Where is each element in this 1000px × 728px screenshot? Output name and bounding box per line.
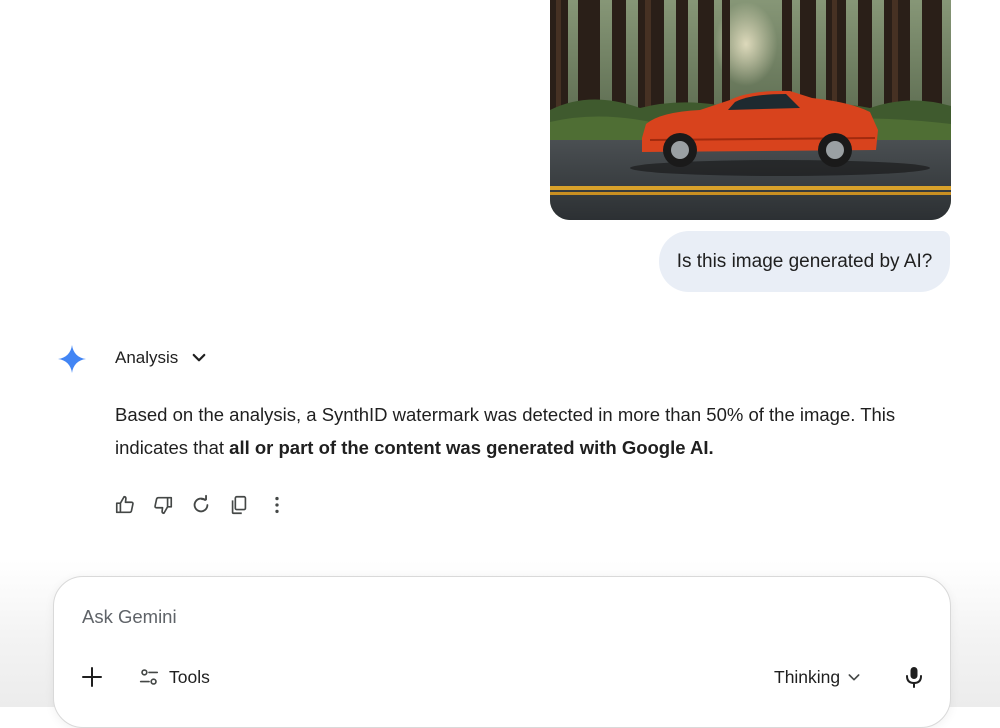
- tools-button[interactable]: Tools: [138, 663, 210, 691]
- more-options-button[interactable]: [265, 493, 289, 517]
- copy-icon: [231, 495, 247, 515]
- analysis-label: Analysis: [115, 348, 179, 367]
- user-message-bubble: Is this image generated by AI?: [659, 231, 950, 292]
- thumb-down-icon: [154, 496, 173, 515]
- chevron-down-icon: [192, 353, 206, 362]
- user-uploaded-image[interactable]: [550, 0, 951, 220]
- chevron-down-icon: [848, 674, 860, 681]
- microphone-icon[interactable]: [902, 665, 926, 689]
- copy-button[interactable]: [227, 493, 251, 517]
- redo-button[interactable]: [189, 493, 213, 517]
- thumb-up-button[interactable]: [113, 493, 137, 517]
- car-photo: [550, 0, 951, 220]
- thumb-down-button[interactable]: [151, 493, 175, 517]
- more-vert-icon: [275, 496, 279, 514]
- user-message-text: Is this image generated by AI?: [676, 250, 933, 272]
- tools-icon: [139, 669, 159, 685]
- tools-label: Tools: [169, 666, 210, 687]
- prompt-box: Tools Thinking: [53, 576, 951, 728]
- add-button[interactable]: [80, 665, 104, 689]
- mode-label: Thinking: [774, 666, 841, 687]
- gemini-star-icon: [58, 345, 86, 373]
- mode-selector[interactable]: Thinking: [774, 663, 862, 691]
- thumb-up-icon: [115, 495, 134, 514]
- analysis-toggle[interactable]: Analysis: [115, 346, 208, 370]
- redo-icon: [193, 494, 209, 513]
- response-body: Based on the analysis, a SynthID waterma…: [115, 398, 935, 464]
- response-actions: [113, 492, 289, 518]
- prompt-input[interactable]: [82, 603, 882, 631]
- response-text-bold: all or part of the content was generated…: [229, 437, 714, 458]
